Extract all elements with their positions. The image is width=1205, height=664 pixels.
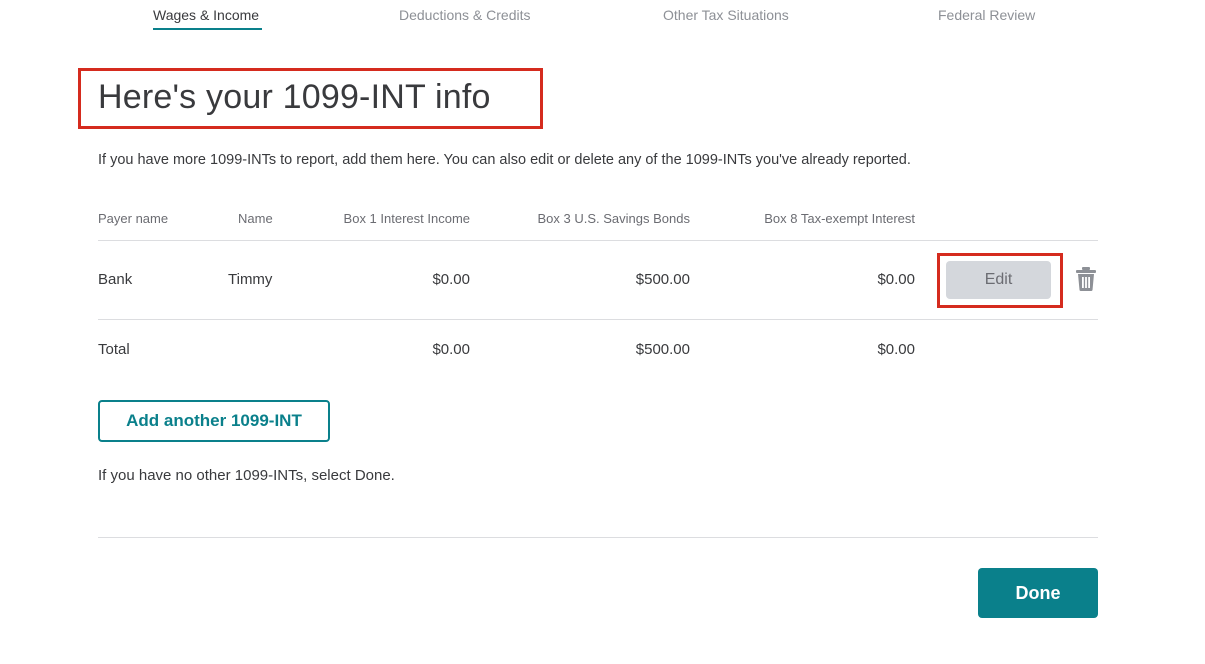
intro-text: If you have more 1099-INTs to report, ad…	[98, 152, 911, 168]
cell-payer: Bank	[98, 271, 133, 288]
page-title: Here's your 1099-INT info	[98, 78, 491, 116]
edit-button[interactable]: Edit	[946, 261, 1051, 299]
tab-deductions-credits[interactable]: Deductions & Credits	[399, 7, 531, 23]
cell-name: Timmy	[228, 271, 273, 288]
trash-icon[interactable]	[1075, 266, 1097, 292]
footer-divider	[98, 537, 1098, 538]
header-payer-name: Payer name	[98, 211, 169, 226]
done-button[interactable]: Done	[978, 568, 1098, 618]
tab-other-tax-situations[interactable]: Other Tax Situations	[663, 7, 789, 23]
tab-federal-review[interactable]: Federal Review	[938, 7, 1035, 23]
header-box3-savings-bonds: Box 3 U.S. Savings Bonds	[537, 211, 690, 226]
done-instruction-word: Done	[354, 467, 391, 484]
add-another-button[interactable]: Add another 1099-INT	[98, 400, 330, 442]
done-instruction: If you have no other 1099-INTs, select D…	[98, 467, 395, 484]
total-box3: $500.00	[635, 341, 690, 358]
total-box8: $0.00	[877, 341, 915, 358]
intro-edit-word: edit	[530, 152, 554, 168]
tab-wages-income[interactable]: Wages & Income	[153, 7, 259, 23]
table-row-divider	[98, 319, 1098, 320]
total-box1: $0.00	[432, 341, 470, 358]
header-name: Name	[238, 211, 273, 226]
header-box8-tax-exempt-interest: Box 8 Tax-exempt Interest	[764, 211, 915, 226]
active-tab-indicator	[153, 28, 262, 30]
total-label: Total	[98, 341, 130, 358]
cell-box8: $0.00	[877, 271, 915, 288]
intro-add-word: add	[342, 152, 367, 168]
cell-box3: $500.00	[635, 271, 690, 288]
intro-delete-word: delete	[574, 152, 614, 168]
header-box1-interest-income: Box 1 Interest Income	[343, 211, 470, 226]
cell-box1: $0.00	[432, 271, 470, 288]
table-header-divider	[98, 240, 1098, 241]
